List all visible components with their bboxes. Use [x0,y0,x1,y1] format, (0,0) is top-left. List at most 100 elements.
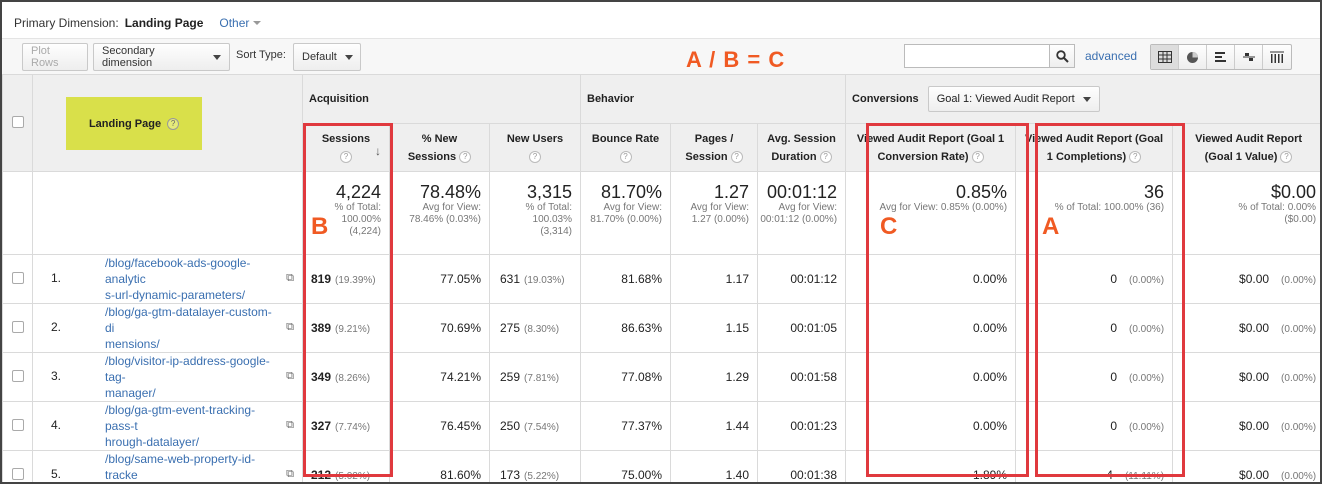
row-select-cell [2,401,33,451]
sort-type-value: Default [302,51,337,63]
landing-page-link[interactable]: /blog/ga-gtm-event-tracking-pass-t hrough… [105,403,255,449]
row-checkbox[interactable] [11,418,24,431]
sessions-pct: (8.26%) [335,373,371,384]
landing-page-cell[interactable]: 5. /blog/same-web-property-id-tracked-tw… [32,450,303,482]
avg-duration-header[interactable]: Avg. Session Duration ? [756,123,847,172]
total-value: 81.70% [600,182,662,202]
landing-page-link[interactable]: /blog/visitor-ip-address-google-tag-mana… [105,354,270,400]
completions-pct: (11.11%) [1124,471,1165,482]
search-button[interactable] [1049,44,1075,68]
conv-rate-label: Viewed Audit Report (Goal 1 [856,132,1005,145]
advanced-search-link[interactable]: advanced [1085,49,1137,63]
secondary-dimension-dropdown[interactable]: Secondary dimension [93,43,230,71]
help-icon[interactable]: ? [167,117,180,130]
pct-new-sessions-header[interactable]: % New Sessions ? [389,123,490,172]
completions-label: Viewed Audit Report (Goal [1024,132,1164,145]
total-sub: Avg for View: 0.85% (0.00%) [879,202,1008,213]
conv-rate-cell: 1.89% [845,450,1017,482]
completions-cell: 0 (0.00%) [1015,303,1174,353]
table-icon[interactable] [1151,45,1179,69]
duration-cell: 00:01:05 [756,303,847,353]
bounce-rate-header[interactable]: Bounce Rate? [580,123,671,172]
landing-page-link[interactable]: /blog/same-web-property-id-tracked-twice… [105,452,255,482]
row-number: 4. [51,418,62,432]
pages-cell: 1.29 [670,352,758,402]
completions-pct: (0.00%) [1129,422,1165,433]
pct-new-sessions-label-2: Sessions [407,150,457,163]
conv-rate-header[interactable]: Viewed Audit Report (Goal 1 Conversion Ra… [845,123,1017,172]
landing-page-cell[interactable]: 4. /blog/ga-gtm-event-tracking-pass-t hro… [32,401,303,451]
plot-rows-button[interactable]: Plot Rows [22,43,88,71]
external-link-icon[interactable]: ⧉ [286,466,294,482]
select-all-checkbox[interactable] [11,115,24,128]
new-users-pct: (19.03%) [524,275,565,286]
help-icon[interactable]: ? [1280,150,1293,163]
sessions-value: 389 [311,321,332,335]
row-checkbox[interactable] [11,320,24,333]
new-users-header[interactable]: New Users? [489,123,581,172]
landing-page-cell[interactable]: 3. /blog/visitor-ip-address-google-tag-m… [32,352,303,402]
landing-page-cell[interactable]: 2. /blog/ga-gtm-datalayer-custom-di mensi… [32,303,303,353]
external-link-icon[interactable]: ⧉ [286,368,294,384]
chevron-down-icon [344,54,353,60]
external-link-icon[interactable]: ⧉ [286,319,294,335]
new-users-cell: 250 (7.54%) [489,401,581,451]
help-icon[interactable]: ? [971,150,984,163]
search-input[interactable] [904,44,1050,68]
comparison-icon[interactable] [1235,45,1263,69]
bar-icon[interactable] [1207,45,1235,69]
rows-body: 1. /blog/facebook-ads-google-analytic s-u… [2,254,1320,482]
total-value: 78.48% [419,182,481,202]
help-icon[interactable]: ? [730,150,743,163]
help-icon[interactable]: ? [529,150,541,163]
primary-dimension-label: Primary Dimension: [14,16,119,30]
goal-select-dropdown[interactable]: Goal 1: Viewed Audit Report [927,86,1100,112]
annotation-b: B [311,213,329,240]
row-checkbox[interactable] [11,467,24,480]
avg-duration-label: Avg. Session [767,132,836,145]
duration-cell: 00:01:23 [756,401,847,451]
table-row: 4. /blog/ga-gtm-event-tracking-pass-t hro… [2,401,1320,451]
sessions-header[interactable]: Sessions? ↓ [302,123,390,172]
external-link-icon[interactable]: ⧉ [286,270,294,286]
landing-page-cell[interactable]: 1. /blog/facebook-ads-google-analytic s-u… [32,254,303,304]
completions-cell: 4 (11.11%) [1015,450,1174,482]
row-checkbox[interactable] [11,369,24,382]
pct-new-sessions-label: % New [421,132,458,145]
row-checkbox[interactable] [11,271,24,284]
total-sub: 1.27 (0.00%) [691,214,749,225]
annotation-c: C [880,213,898,240]
other-dimension-link[interactable]: Other [219,16,249,30]
completions-header[interactable]: Viewed Audit Report (Goal 1 Completions) … [1015,123,1174,172]
bounce-rate-label: Bounce Rate [591,132,660,145]
row-select-cell [2,303,33,353]
pivot-icon[interactable] [1263,45,1291,69]
goal-value-pct: (0.00%) [1281,373,1317,384]
new-users-pct: (7.54%) [524,422,560,433]
total-sub: Avg for View: [778,202,838,213]
external-link-icon[interactable]: ⧉ [286,417,294,433]
help-icon[interactable]: ? [819,150,832,163]
help-icon[interactable]: ? [1129,150,1142,163]
sessions-pct: (9.21%) [335,324,371,335]
landing-page-highlight[interactable]: Landing Page ? [66,97,202,150]
new-users-pct: (5.22%) [524,471,560,482]
report-toolbar: Plot Rows Secondary dimension Sort Type:… [2,38,1320,74]
pages-session-header[interactable]: Pages / Session ? [670,123,758,172]
total-value: 1.27 [713,182,749,202]
table-row: 2. /blog/ga-gtm-datalayer-custom-di mensi… [2,303,1320,353]
sort-type-dropdown[interactable]: Default [293,43,361,71]
goal-value-header[interactable]: Viewed Audit Report (Goal 1 Value) ? [1172,123,1320,172]
pie-icon[interactable] [1179,45,1207,69]
sessions-pct: (19.39%) [335,275,376,286]
help-icon[interactable]: ? [619,150,632,163]
help-icon[interactable]: ? [340,150,352,163]
sessions-value: 212 [311,468,332,482]
goal-value-label: Viewed Audit Report [1195,132,1303,145]
help-icon[interactable]: ? [459,150,472,163]
total-value: 3,315 [526,182,572,202]
goal-value-pct: (0.00%) [1281,275,1317,286]
landing-page-link[interactable]: /blog/ga-gtm-datalayer-custom-di mensions… [105,305,272,351]
chevron-down-icon[interactable] [253,21,262,25]
landing-page-link[interactable]: /blog/facebook-ads-google-analytic s-url-… [105,256,250,302]
